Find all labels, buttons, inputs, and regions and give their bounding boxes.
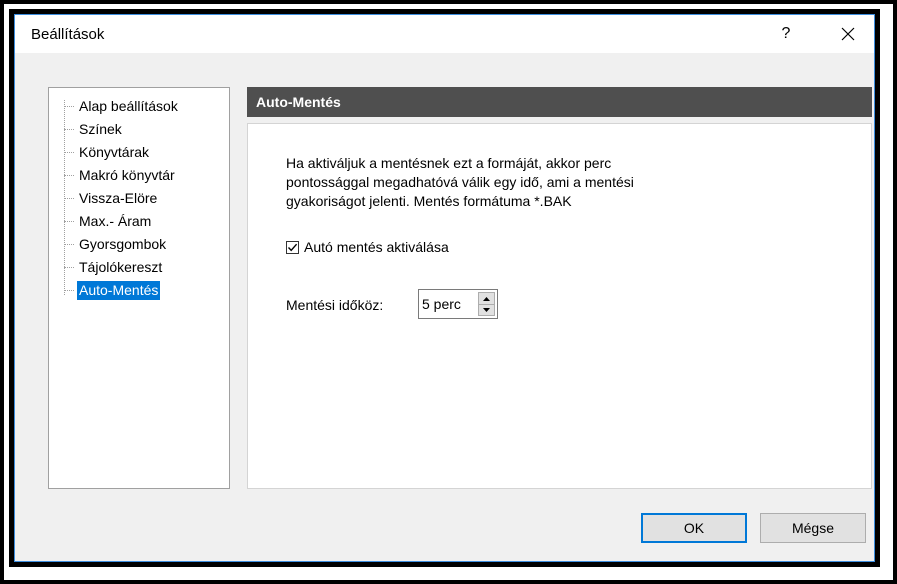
autosave-checkbox[interactable] (286, 240, 299, 254)
help-button[interactable]: ? (763, 15, 809, 53)
panel-header: Auto-Mentés (247, 87, 872, 117)
tree-item-label: Max.- Áram (79, 213, 152, 229)
tree-item-auto-mentes[interactable]: Auto-Mentés (64, 280, 161, 301)
spin-down-button[interactable] (479, 304, 494, 315)
tree-item-alap[interactable]: Alap beállítások (64, 96, 180, 117)
autosave-checkbox-label: Autó mentés aktiválása (304, 239, 449, 255)
settings-tree[interactable]: Alap beállítások Színek Könyvtárak Makró… (48, 87, 230, 489)
autosave-checkbox-row[interactable]: Autó mentés aktiválása (286, 239, 449, 255)
tree-connector (64, 244, 74, 245)
close-icon (841, 27, 855, 41)
checkmark-icon (287, 243, 298, 251)
tree-item-label: Tájolókereszt (79, 259, 163, 275)
tree-item-label: Könyvtárak (79, 144, 150, 160)
description-line: Ha aktiváljuk a mentésnek ezt a formáját… (286, 155, 612, 171)
ok-button[interactable]: OK (641, 513, 747, 543)
arrow-up-icon (483, 296, 490, 301)
tree-item-label: Gyorsgombok (79, 236, 167, 252)
tree-connector (64, 290, 74, 291)
tree-item-label: Vissza-Elöre (79, 190, 158, 206)
window-title: Beállítások (31, 26, 105, 43)
close-button[interactable] (825, 15, 871, 53)
settings-panel: Auto-Mentés Ha aktiváljuk a mentésnek ez… (247, 87, 872, 489)
description-text: Ha aktiváljuk a mentésnek ezt a formáját… (286, 154, 706, 211)
tree-connector (64, 221, 74, 222)
tree-connector (64, 129, 74, 130)
tree-item-max-aram[interactable]: Max.- Áram (64, 211, 153, 232)
tree-item-tajolokereszt[interactable]: Tájolókereszt (64, 257, 164, 278)
interval-spinbox[interactable]: 5 perc (418, 289, 498, 319)
tree-connector (64, 267, 74, 268)
tree-item-konyvtarak[interactable]: Könyvtárak (64, 142, 151, 163)
tree-item-label: Alap beállítások (79, 98, 178, 114)
panel-body: Ha aktiváljuk a mentésnek ezt a formáját… (247, 123, 872, 489)
interval-value[interactable]: 5 perc (422, 296, 461, 312)
tree-connector (64, 152, 74, 153)
tree-item-makro-konyvtar[interactable]: Makró könyvtár (64, 165, 177, 186)
description-line: pontossággal megadhatóvá válik egy idő, … (286, 174, 634, 190)
tree-item-label: Auto-Mentés (77, 281, 161, 300)
tree-item-szinek[interactable]: Színek (64, 119, 124, 140)
tree-item-label: Színek (79, 121, 122, 137)
spin-buttons (478, 292, 495, 316)
tree-item-vissza-elore[interactable]: Vissza-Elöre (64, 188, 159, 209)
settings-dialog: Beállítások ? Alap beállítások Színek Kö… (14, 14, 875, 562)
tree-connector (64, 198, 74, 199)
tree-connector (64, 106, 74, 107)
description-line: gyakoriságot jelenti. Mentés formátuma *… (286, 193, 572, 209)
tree-item-gyorsgombok[interactable]: Gyorsgombok (64, 234, 168, 255)
title-bar: Beállítások ? (15, 15, 874, 53)
tree-connector (64, 175, 74, 176)
tree-item-label: Makró könyvtár (79, 167, 175, 183)
cancel-button[interactable]: Mégse (760, 513, 866, 543)
arrow-down-icon (483, 307, 490, 312)
interval-label: Mentési időköz: (286, 297, 384, 313)
